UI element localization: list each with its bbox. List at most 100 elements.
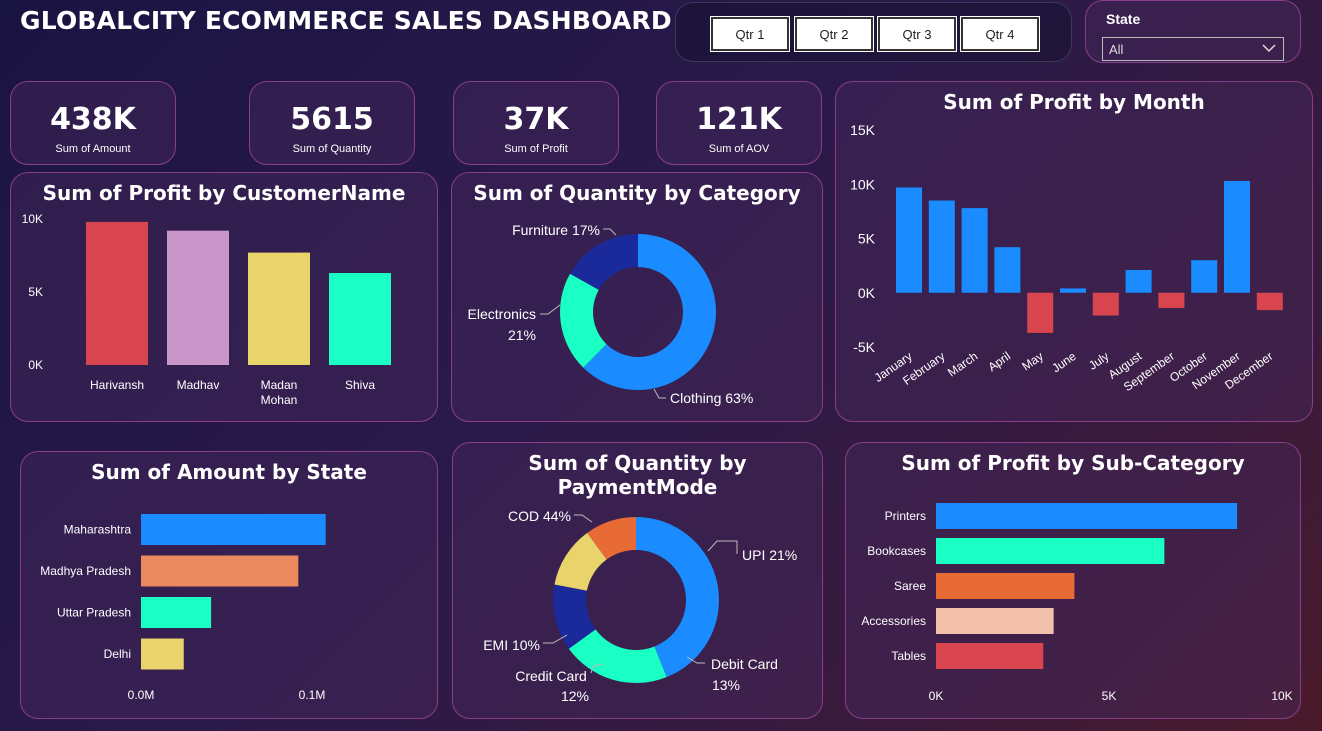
profit-by-month-card: Sum of Profit by Month -5K 0K 5K 10K 15K Janu… [835, 81, 1313, 422]
leader-line [653, 388, 666, 399]
bar [1060, 288, 1086, 293]
kpi-label: Sum of Amount [55, 143, 131, 155]
x-tick-label: May [1019, 349, 1046, 373]
slice-label: Clothing 63% [670, 390, 753, 406]
leader-line [707, 540, 738, 554]
kpi-label: Sum of AOV [708, 143, 770, 155]
state-dropdown[interactable]: All [1102, 37, 1284, 61]
profit-by-subcategory-chart: Printers Bookcases Saree Accessories Tables 0… [861, 503, 1293, 703]
x-tick-label: June [1049, 349, 1079, 376]
x-tick-label: 0.0M [128, 688, 155, 702]
y-tick-label: Accessories [861, 614, 926, 628]
x-tick-label: March [945, 349, 980, 380]
leader-line [574, 514, 593, 523]
qtr-4-button[interactable]: Qtr 4 [960, 16, 1040, 52]
bar [141, 555, 299, 587]
kpi-value: 121K [696, 102, 782, 137]
bar [1224, 180, 1250, 293]
bar [1256, 292, 1283, 311]
kpi-value: 5615 [290, 102, 374, 137]
kpi-card-profit: 37K Sum of Profit [453, 81, 619, 165]
slice-label: Debit Card [711, 656, 778, 672]
bar [936, 503, 1238, 529]
kpi-label: Sum of Profit [504, 143, 568, 155]
bar [167, 230, 229, 365]
leader-line [603, 228, 617, 236]
bar [936, 608, 1054, 634]
slice-label: 12% [561, 688, 589, 704]
amount-by-state-card: Sum of Amount by State Maharashtra Madhya… [20, 451, 438, 719]
slice-label: Electronics [468, 306, 536, 322]
y-tick-label: Printers [885, 509, 926, 523]
slice-label: EMI 10% [483, 637, 540, 653]
qtr-1-button[interactable]: Qtr 1 [710, 16, 790, 52]
profit-by-month-chart: -5K0K5K10K15KJanuaryFebruaryMarch April Ma… [850, 122, 1283, 394]
x-tick-label: 0.1M [299, 688, 326, 702]
slice-label: 13% [712, 677, 740, 693]
bar [936, 643, 1044, 669]
bar [896, 187, 922, 293]
kpi-card-amount: 438K Sum of Amount [10, 81, 176, 165]
bar [928, 200, 955, 293]
slice-label: COD 44% [508, 508, 571, 524]
x-tick-label: 10K [1271, 689, 1292, 703]
bar [994, 247, 1021, 293]
y-tick-label: 0K [28, 358, 43, 372]
slice-label: Credit Card [515, 668, 587, 684]
bar [1158, 292, 1185, 308]
y-tick-label: 10K [22, 212, 43, 226]
y-tick-label: -5K [853, 339, 875, 355]
y-tick-label: 5K [28, 285, 43, 299]
bar [329, 273, 391, 365]
leader-line [540, 304, 561, 315]
bar [1191, 260, 1218, 293]
y-tick-label: 5K [858, 231, 876, 247]
profit-by-subcategory-card: Sum of Profit by Sub-Category Printers Bo… [845, 442, 1301, 719]
amount-by-state-chart: Maharashtra Madhya Pradesh Uttar Pradesh De… [40, 514, 326, 702]
bar [141, 597, 212, 628]
bar [141, 638, 184, 670]
state-label: State [1106, 11, 1141, 27]
y-tick-label: Maharashtra [64, 523, 132, 537]
y-tick-label: Uttar Pradesh [57, 606, 131, 620]
x-tick-label: 0K [929, 689, 944, 703]
x-tick-label: Madan [261, 378, 298, 392]
kpi-value: 438K [50, 102, 136, 137]
y-tick-label: Delhi [104, 647, 131, 661]
bar [936, 538, 1165, 564]
y-tick-label: Madhya Pradesh [40, 564, 131, 578]
x-tick-label: Madhav [177, 378, 220, 392]
x-tick-label: Shiva [345, 378, 375, 392]
y-tick-label: Bookcases [867, 544, 926, 558]
x-tick-label: 5K [1102, 689, 1117, 703]
y-tick-label: 10K [850, 176, 876, 192]
bar [1125, 269, 1152, 293]
y-tick-label: 0K [858, 285, 876, 301]
y-tick-label: Tables [891, 649, 926, 663]
kpi-card-aov: 121K Sum of AOV [656, 81, 822, 165]
state-slicer: State All [1085, 0, 1301, 63]
qtr-3-button[interactable]: Qtr 3 [877, 16, 957, 52]
kpi-value: 37K [503, 102, 569, 137]
bar [86, 221, 148, 365]
bar [1092, 292, 1119, 316]
qtr-2-button[interactable]: Qtr 2 [794, 16, 874, 52]
x-tick-label: Mohan [261, 393, 298, 407]
bar [1027, 292, 1054, 333]
x-tick-label: April [985, 349, 1013, 374]
quarter-slicer: Qtr 1 Qtr 2 Qtr 3 Qtr 4 [675, 2, 1072, 62]
quantity-by-category-card: Sum of Quantity by Category Furniture 17… [451, 172, 823, 422]
quantity-by-category-chart: Furniture 17% Electronics 21% Clothing 63% [468, 222, 754, 406]
y-tick-label: Saree [894, 579, 926, 593]
state-selected-value: All [1109, 42, 1124, 57]
profit-by-customer-chart: 0K 5K 10K Harivansh Madhav MadanMohan Shiva [22, 212, 391, 407]
kpi-card-quantity: 5615 Sum of Quantity [249, 81, 415, 165]
profit-by-customer-card: Sum of Profit by CustomerName 0K 5K 10K Har… [10, 172, 438, 422]
quantity-by-paymentmode-chart: COD 44% UPI 21% Debit Card 13% Credit Card 12… [483, 508, 797, 704]
x-tick-label: Harivansh [90, 378, 144, 392]
slice-label: Furniture 17% [512, 222, 600, 238]
slice-label: 21% [508, 327, 536, 343]
bar [961, 208, 988, 293]
bar [936, 573, 1075, 599]
quantity-by-paymentmode-card: Sum of Quantity by PaymentMode COD 44% UP… [452, 442, 823, 719]
